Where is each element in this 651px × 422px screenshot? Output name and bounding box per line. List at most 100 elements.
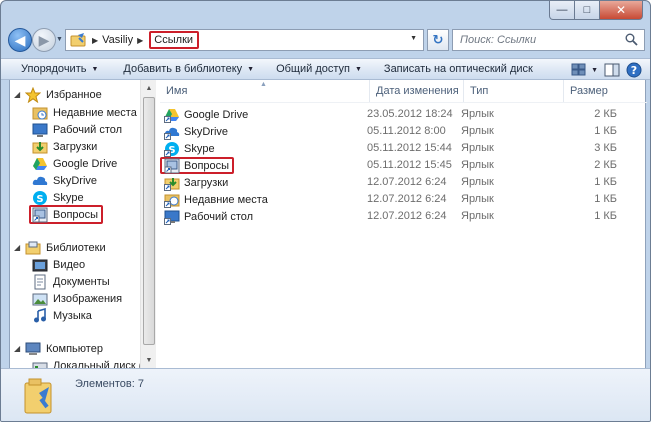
file-row[interactable]: Вопросы 05.11.2012 15:45 Ярлык 2 КБ [160,157,647,174]
pictures-library-icon [32,291,48,307]
scroll-thumb[interactable] [143,97,155,345]
back-button[interactable]: ◀ [8,28,32,52]
collapse-icon[interactable]: ◢ [14,243,24,252]
column-date-label: Дата изменения [376,85,459,97]
music-library-icon [32,307,48,324]
desktop-shortcut-icon [164,209,180,225]
view-dropdown-icon[interactable]: ▼ [591,67,598,74]
column-header-size[interactable]: Размер [564,80,647,102]
column-name-label: Имя [166,85,188,97]
add-to-library-button[interactable]: Добавить в библиотеку ▼ [123,63,254,75]
nav-item-desktop[interactable]: Рабочий стол [32,121,122,138]
file-list: Имя ▲ Дата изменения Тип Размер Google D… [160,80,647,368]
file-row[interactable]: SkyDrive 05.11.2012 8:00 Ярлык 1 КБ [160,123,647,140]
recent-pages-dropdown[interactable]: ▼ [56,36,63,43]
header-divider [160,102,647,103]
nav-item-documents[interactable]: Документы [32,273,110,290]
column-header-name[interactable]: Имя ▲ [160,80,370,102]
nav-item-skype[interactable]: S Skype [32,189,84,206]
file-date: 12.07.2012 6:24 [367,193,447,205]
nav-item-skydrive[interactable]: SkyDrive [32,172,97,189]
file-row[interactable]: S Skype 05.11.2012 15:44 Ярлык 3 КБ [160,140,647,157]
help-button[interactable]: ? [626,62,642,78]
maximize-button[interactable]: □ [575,1,600,20]
content-area: ◢ Избранное Недавние места Рабочий стол [9,80,647,368]
nav-item-downloads[interactable]: Загрузки [32,138,97,155]
file-name: Недавние места [184,193,268,206]
organize-button[interactable]: Упорядочить ▼ [21,63,98,75]
file-row[interactable]: Недавние места 12.07.2012 6:24 Ярлык 1 К… [160,191,647,208]
nav-favorites-header[interactable]: ◢ Избранное [14,86,102,103]
scroll-up-icon[interactable]: ▲ [141,80,157,96]
desktop-icon [32,122,48,138]
downloads-shortcut-icon [164,175,180,191]
nav-scrollbar[interactable]: ▲ ▼ [140,80,156,368]
skype-shortcut-icon: S [164,141,180,157]
nav-item-questions[interactable]: Вопросы [29,205,104,224]
nav-item-label: Недавние места [53,106,137,119]
address-bar[interactable]: ▶ Vasiliy ▶ Ссылки ▼ [65,29,424,51]
file-row[interactable]: Рабочий стол 12.07.2012 6:24 Ярлык 1 КБ [160,208,647,225]
libraries-icon [25,240,41,256]
breadcrumb-user[interactable]: Vasiliy [102,34,133,46]
nav-item-label: Музыка [53,309,92,322]
navigation-pane: ◢ Избранное Недавние места Рабочий стол [10,80,140,368]
toolbar-right-group: ▼ ? [571,61,642,79]
nav-item-label: SkyDrive [53,174,98,187]
search-icon [625,33,638,46]
nav-item-google-drive[interactable]: Google Drive [32,155,117,172]
sort-ascending-icon: ▲ [260,81,267,88]
nav-computer-header[interactable]: ◢ Компьютер [14,340,103,357]
svg-text:?: ? [631,64,637,77]
organize-label: Упорядочить [21,63,87,75]
nav-item-local-disk[interactable]: Локальный диск (C [32,357,140,368]
view-options-button[interactable] [571,62,587,78]
file-row[interactable]: Загрузки 12.07.2012 6:24 Ярлык 1 КБ [160,174,647,191]
breadcrumb-separator-icon[interactable]: ▶ [92,36,98,45]
nav-item-music[interactable]: Музыка [32,307,92,324]
svg-text:S: S [36,194,43,205]
refresh-button[interactable]: ↻ [427,29,449,51]
address-dropdown-icon[interactable]: ▼ [410,35,417,42]
file-name: Google Drive [184,108,249,121]
forward-button[interactable]: ▶ [32,28,56,52]
file-size: 3 КБ [594,142,617,154]
arrow-right-icon: ▶ [38,31,50,48]
file-size: 1 КБ [594,176,617,188]
minimize-button[interactable]: — [549,1,575,20]
file-type: Ярлык [461,193,494,205]
nav-item-recent[interactable]: Недавние места [32,104,137,121]
file-name: SkyDrive [184,125,229,138]
breadcrumb-separator-icon[interactable]: ▶ [137,36,143,45]
google-drive-shortcut-icon [164,107,180,123]
downloads-folder-icon [32,139,48,155]
column-header-type[interactable]: Тип [464,80,564,102]
breadcrumb-current[interactable]: Ссылки [149,31,200,49]
explorer-window: — □ ✕ ◀ ▶ ▼ ▶ Vasiliy ▶ Ссылки ▼ ↻ Поиск… [0,0,651,422]
scroll-down-icon[interactable]: ▼ [141,352,157,368]
column-size-label: Размер [570,85,608,97]
nav-item-label: Skype [53,191,84,204]
close-button[interactable]: ✕ [600,1,643,20]
file-row[interactable]: Google Drive 23.05.2012 18:24 Ярлык 2 КБ [160,106,647,123]
file-size: 2 КБ [594,159,617,171]
nav-item-label: Вопросы [53,208,99,221]
nav-libraries-label: Библиотеки [46,241,106,254]
nav-libraries-header[interactable]: ◢ Библиотеки [14,239,106,256]
search-input[interactable]: Поиск: Ссылки [452,29,645,51]
nav-item-video[interactable]: Видео [32,256,85,273]
caption-buttons: — □ ✕ [549,1,643,20]
nav-item-label: Рабочий стол [53,123,123,136]
nav-item-pictures[interactable]: Изображения [32,290,122,307]
share-button[interactable]: Общий доступ ▼ [276,63,362,75]
skydrive-icon [32,173,48,189]
preview-pane-button[interactable] [604,62,620,78]
file-name: Вопросы [184,159,230,172]
column-header-date[interactable]: Дата изменения [370,80,464,102]
collapse-icon[interactable]: ◢ [14,344,24,353]
collapse-icon[interactable]: ◢ [14,90,24,99]
burn-button[interactable]: Записать на оптический диск [384,63,533,75]
google-drive-icon [32,156,48,172]
video-library-icon [32,257,48,273]
item-count: Элементов: 7 [75,378,144,390]
